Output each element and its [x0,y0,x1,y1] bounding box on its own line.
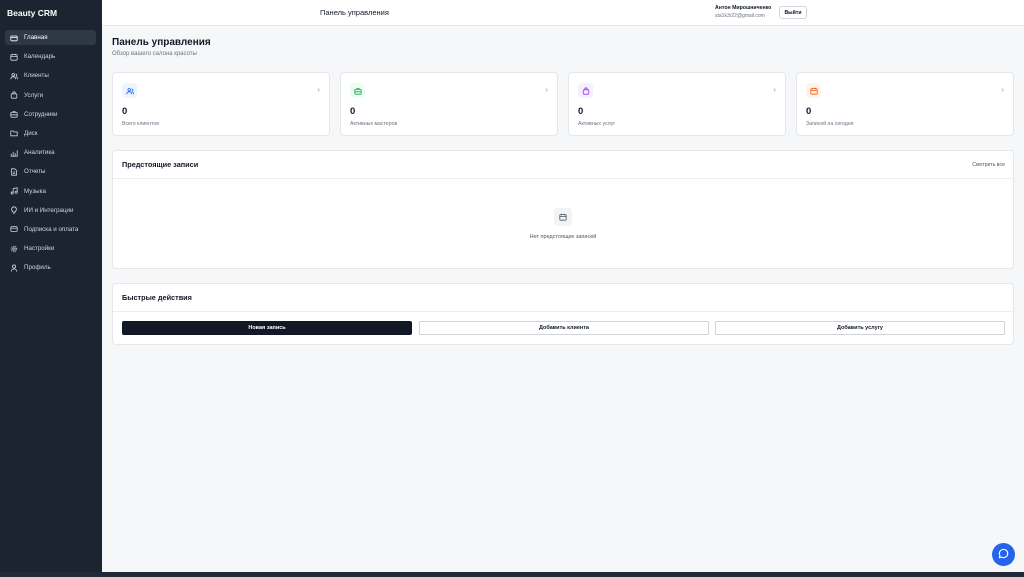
sidebar-item-label: Профиль [24,264,51,272]
top-bar: Панель управления Антон Мирошниченко sta… [102,0,1024,26]
chat-icon [998,546,1009,564]
sidebar-item-label: ИИ и Интеграции [24,206,74,214]
sidebar-item-reports[interactable]: Отчеты [5,164,96,179]
sidebar-item-services[interactable]: Услуги [5,88,96,103]
briefcase-icon [10,110,18,118]
users-icon [10,72,18,80]
sidebar-item-clients[interactable]: Клиенты [5,68,96,83]
stat-value: 0 [122,106,128,117]
sidebar-nav: Главная Календарь Клиенты Услуги Сотрудн… [5,30,96,279]
sidebar: Beauty CRM Главная Календарь Клиенты Усл… [0,0,102,572]
sidebar-item-label: Услуги [24,91,44,99]
upcoming-appointments-panel: Предстоящие записи Смотреть все Нет пред… [112,150,1014,269]
chevron-right-icon: › [1001,85,1004,94]
users-icon [122,83,137,98]
stat-label: Активных услуг [578,121,616,127]
home-icon [10,34,18,42]
stat-label: Записей на сегодня [806,121,854,127]
user-email: sta1k3r22@gmail.com [715,13,765,19]
sidebar-item-disk[interactable]: Диск [5,126,96,141]
calendar-icon [10,53,18,61]
panel-title: Быстрые действия [122,293,192,302]
panel-header: Быстрые действия [113,284,1013,312]
page-subtitle: Обзор вашего салона красоты [112,51,197,57]
brand-logo: Beauty CRM [7,8,58,18]
sidebar-item-label: Аналитика [24,149,55,157]
folder-icon [10,129,18,137]
music-icon [10,187,18,195]
page-title: Панель управления [112,37,211,48]
sidebar-item-staff[interactable]: Сотрудники [5,107,96,122]
stat-label: Активных мастеров [350,121,398,127]
sidebar-item-label: Сотрудники [24,110,58,118]
sidebar-item-label: Музыка [24,187,46,195]
sidebar-item-profile[interactable]: Профиль [5,260,96,275]
sidebar-item-label: Отчеты [24,168,46,176]
stat-value: 0 [806,106,812,117]
calendar-icon [554,208,572,226]
sidebar-item-ai[interactable]: ИИ и Интеграции [5,203,96,218]
sidebar-item-label: Диск [24,129,38,137]
stat-card-active-services[interactable]: › 0 Активных услуг [568,72,786,136]
add-service-button[interactable]: Добавить услугу [715,321,1005,335]
main-content: Панель управления Антон Мирошниченко sta… [102,0,1024,572]
calendar-icon [806,83,821,98]
new-appointment-button[interactable]: Новая запись [122,321,412,335]
panel-header: Предстоящие записи Смотреть все [113,151,1013,179]
stat-card-total-clients[interactable]: › 0 Всего клиентов [112,72,330,136]
stat-value: 0 [350,106,356,117]
chart-icon [10,149,18,157]
bulb-icon [10,206,18,214]
bottom-edge [0,572,1024,577]
sidebar-item-analytics[interactable]: Аналитика [5,145,96,160]
empty-state-text: Нет предстоящих записей [529,234,597,240]
sidebar-item-label: Главная [24,34,48,41]
sidebar-item-home[interactable]: Главная [5,30,96,45]
document-icon [10,168,18,176]
sidebar-item-settings[interactable]: Настройки [5,241,96,256]
chevron-right-icon: › [545,85,548,94]
sidebar-item-label: Подписка и оплата [24,225,79,233]
chat-button[interactable] [992,543,1015,566]
sidebar-item-calendar[interactable]: Календарь [5,49,96,64]
header-title: Панель управления [320,8,389,17]
add-client-button[interactable]: Добавить клиента [419,321,709,335]
view-all-link[interactable]: Смотреть все [972,162,1005,168]
card-icon [10,225,18,233]
stat-value: 0 [578,106,584,117]
stat-card-active-masters[interactable]: › 0 Активных мастеров [340,72,558,136]
sidebar-item-music[interactable]: Музыка [5,184,96,199]
stat-label: Всего клиентов [122,121,160,127]
briefcase-icon [350,83,365,98]
sidebar-item-subscription[interactable]: Подписка и оплата [5,222,96,237]
quick-actions-panel: Быстрые действия Новая запись Добавить к… [112,283,1014,345]
user-icon [10,264,18,272]
user-name: Антон Мирошниченко [715,5,772,11]
logout-button[interactable]: Выйти [779,6,807,19]
panel-title: Предстоящие записи [122,160,199,169]
sidebar-item-label: Клиенты [24,72,49,80]
chevron-right-icon: › [773,85,776,94]
bag-icon [10,91,18,99]
bag-icon [578,83,593,98]
chevron-right-icon: › [317,85,320,94]
sidebar-item-label: Настройки [24,245,55,253]
stat-card-today-appointments[interactable]: › 0 Записей на сегодня [796,72,1014,136]
gear-icon [10,245,18,253]
sidebar-item-label: Календарь [24,53,56,61]
